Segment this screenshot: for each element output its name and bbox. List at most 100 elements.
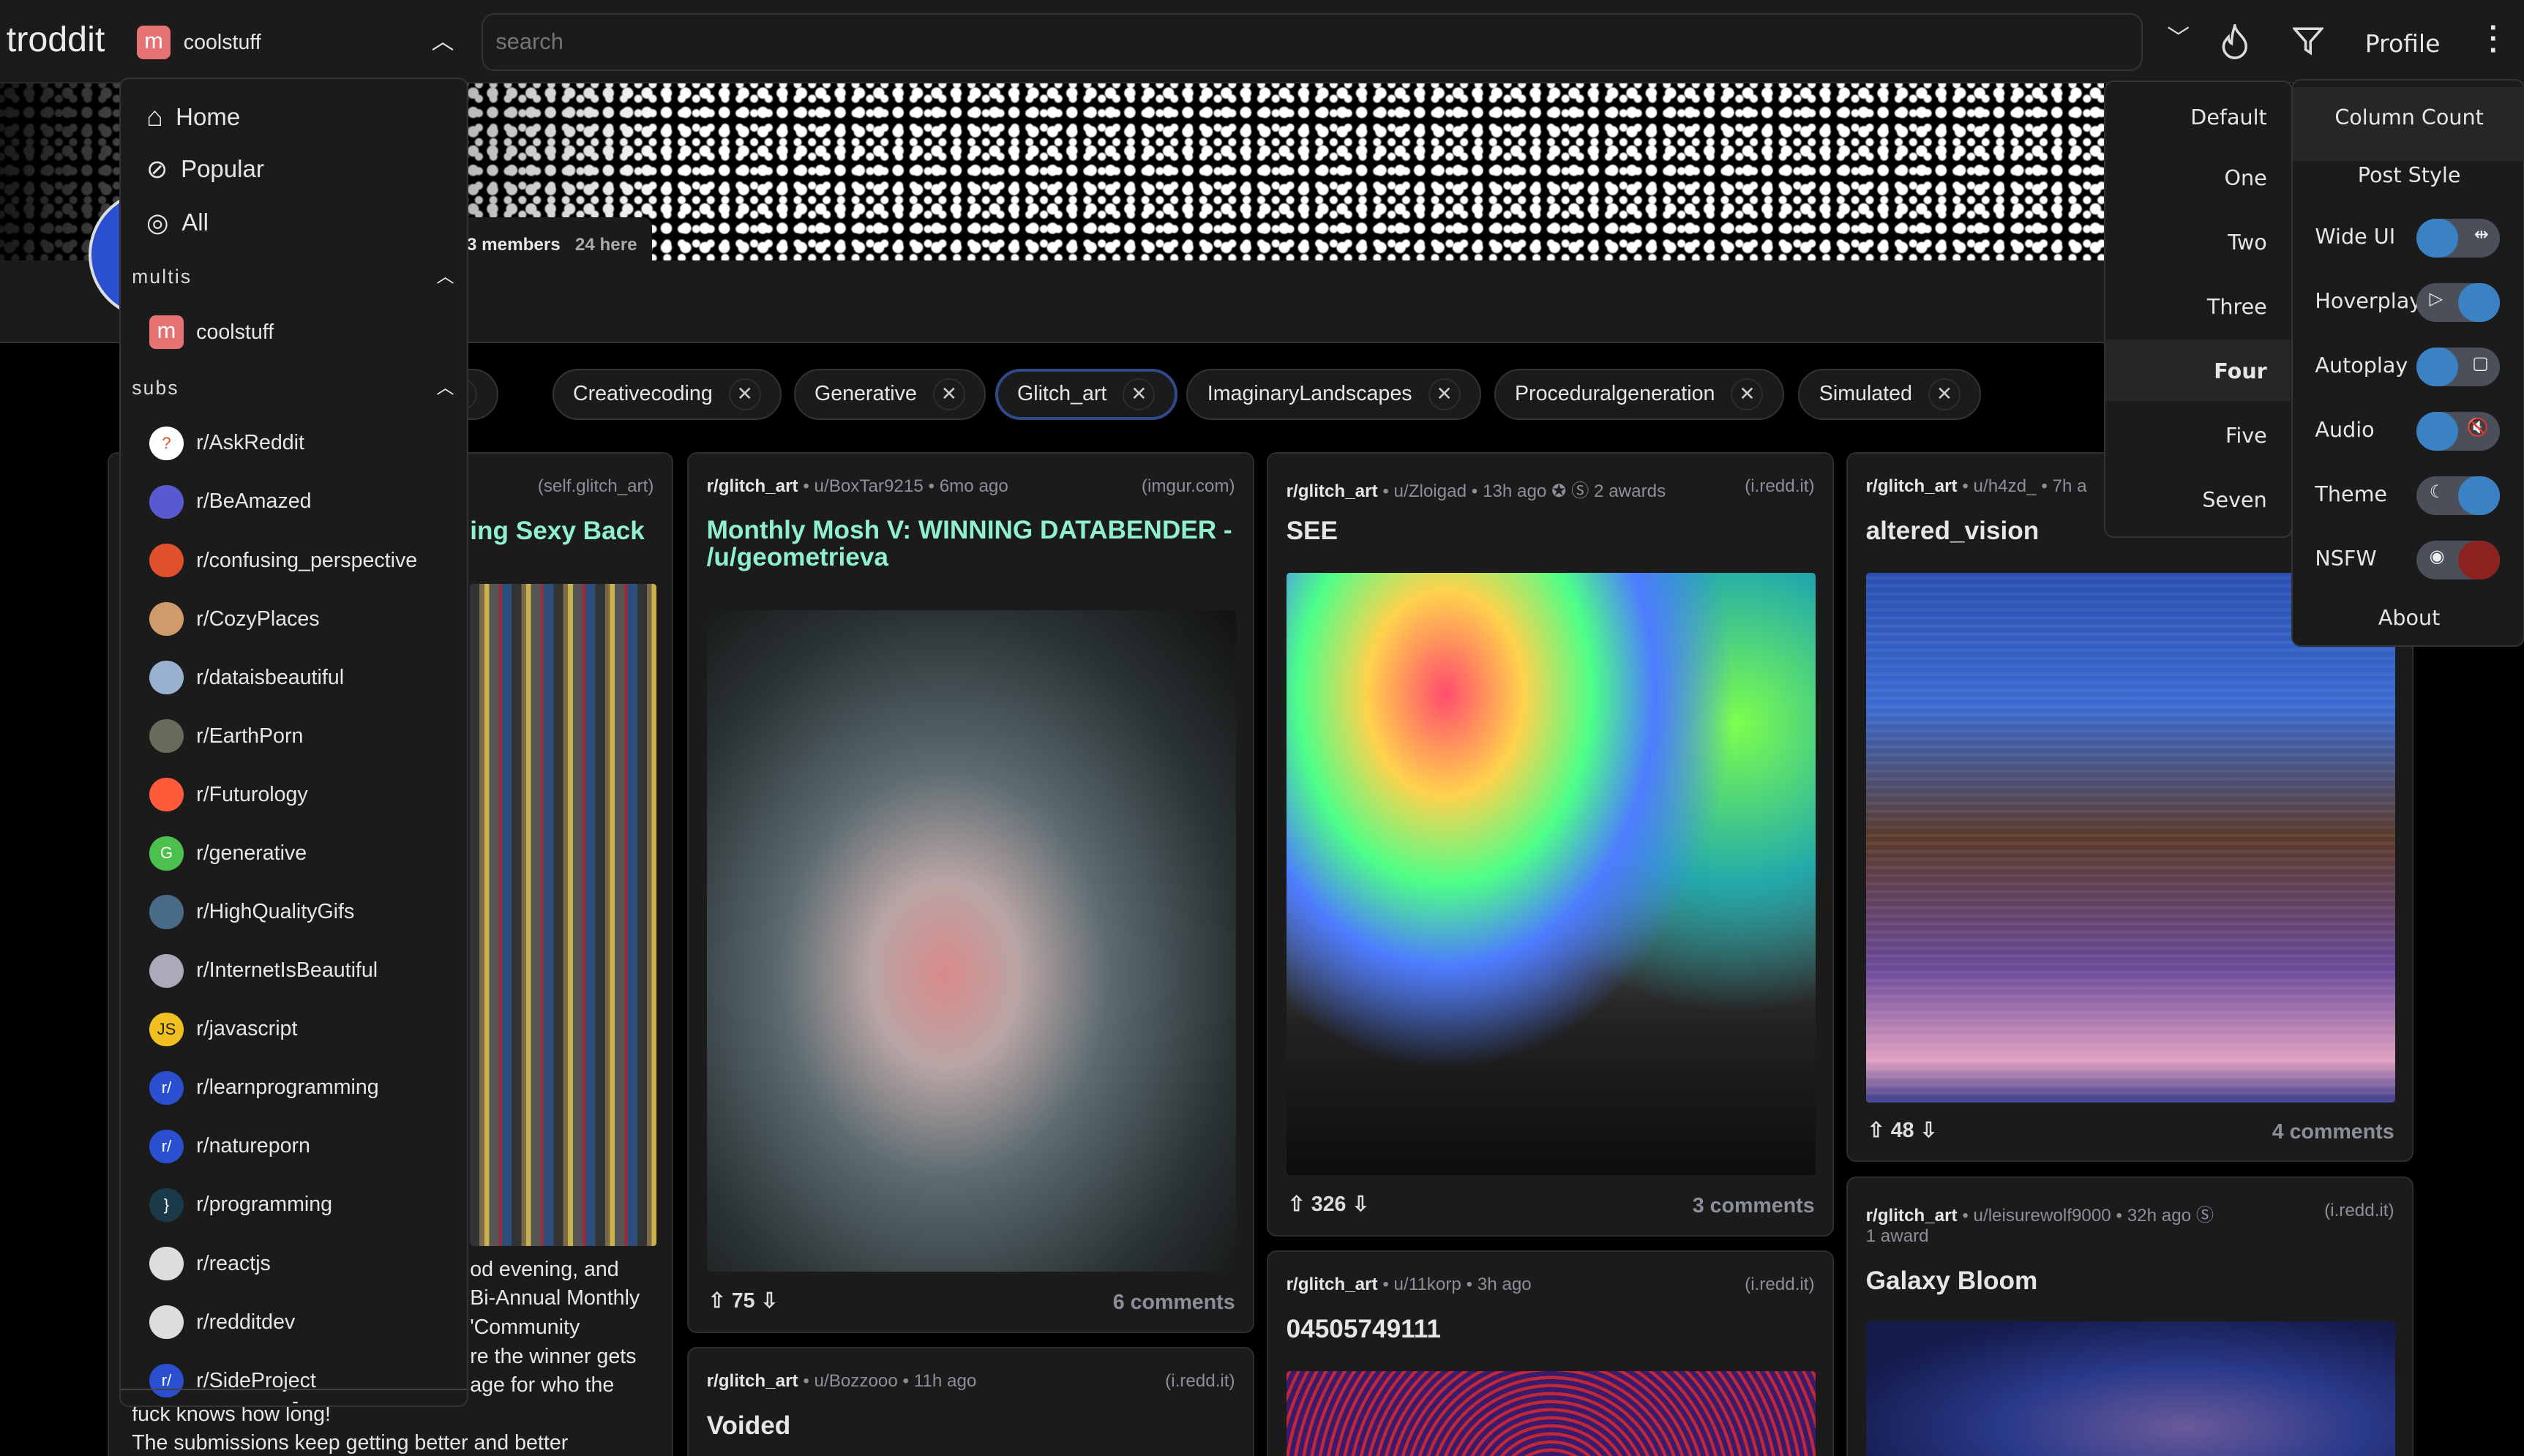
toggle-wide-ui[interactable]: ⇹ [2416, 218, 2501, 258]
downvote-icon[interactable]: ⇩ [1352, 1193, 1369, 1216]
upvote-icon[interactable]: ⇧ [1288, 1193, 1306, 1216]
post-style-item[interactable]: Post Style [2293, 162, 2524, 187]
post-image[interactable] [470, 584, 657, 1246]
toggle-hoverplay[interactable]: ▷ [2416, 282, 2501, 322]
sub-item[interactable]: r/confusing_perspective [149, 543, 417, 578]
close-icon[interactable]: ✕ [932, 378, 965, 410]
upvote-icon[interactable]: ⇧ [1868, 1119, 1885, 1142]
post-title[interactable]: altered_vision [1866, 517, 2040, 546]
column-option-four[interactable]: Four [2214, 359, 2266, 383]
post-card[interactable]: r/glitch_art • u/leisurewolf9000 • 32h a… [1846, 1177, 2413, 1456]
multi-selector[interactable]: m coolstuff [137, 26, 261, 60]
chip-label: Creativecoding [572, 382, 713, 406]
column-option-default[interactable]: Default [2190, 105, 2266, 130]
multi-label: coolstuff [183, 30, 261, 54]
downvote-icon[interactable]: ⇩ [760, 1289, 778, 1313]
profile-button[interactable]: Profile [2365, 29, 2441, 58]
post-card[interactable]: r/glitch_art • u/BoxTar9215 • 6mo ago (i… [687, 452, 1254, 1333]
post-title[interactable]: Voided [707, 1411, 791, 1441]
chevron-up-icon[interactable]: ︿ [432, 23, 454, 56]
search-input[interactable] [481, 12, 2143, 71]
nav-item-popular[interactable]: ⊘ Popular [146, 154, 264, 184]
chip-simulated[interactable]: Simulated ✕ [1798, 368, 1982, 421]
post-title[interactable]: Monthly Mosh V: WINNING DATABENDER - /u/… [707, 517, 1246, 571]
chip-creativecoding[interactable]: Creativecoding ✕ [552, 368, 782, 421]
comments-link[interactable]: 4 comments [2272, 1120, 2394, 1144]
upvote-icon[interactable]: ⇧ [708, 1289, 726, 1313]
comments-link[interactable]: 6 comments [1113, 1291, 1235, 1315]
sub-item[interactable]: r/BeAmazed [149, 484, 312, 519]
chip-label: Glitch_art [1016, 382, 1107, 406]
post-image[interactable] [1865, 1321, 2396, 1456]
post-image[interactable] [1865, 572, 2396, 1103]
sub-item[interactable]: ? r/AskReddit [149, 426, 304, 460]
column-option-two[interactable]: Two [2228, 230, 2267, 255]
sub-item[interactable]: JS r/javascript [149, 1012, 297, 1046]
close-icon[interactable]: ✕ [1928, 378, 1961, 410]
column-option-seven[interactable]: Seven [2202, 487, 2266, 512]
sub-item[interactable]: r/CozyPlaces [149, 602, 320, 637]
toggle-theme[interactable]: ☾ [2416, 476, 2501, 515]
post-image[interactable] [1286, 1371, 1816, 1456]
post-image[interactable] [1286, 572, 1816, 1175]
subreddit-icon [149, 1305, 184, 1340]
nav-item-home[interactable]: ⌂ Home [146, 101, 240, 132]
post-card[interactable]: r/glitch_art • u/Zloigad • 13h ago ✪ Ⓢ 2… [1267, 452, 1834, 1237]
post-card[interactable]: r/glitch_art • u/Bozzooo • 11h ago (i.re… [687, 1347, 1254, 1456]
post-title[interactable]: 04505749111 [1287, 1315, 1441, 1344]
filter-icon[interactable] [2292, 27, 2323, 56]
flame-icon[interactable] [2220, 24, 2250, 59]
toggle-nsfw[interactable]: ◉ [2416, 540, 2501, 579]
chip-imaginarylandscapes[interactable]: ImaginaryLandscapes ✕ [1186, 368, 1481, 421]
column-option-one[interactable]: One [2225, 165, 2267, 190]
sub-item[interactable]: r/InternetIsBeautiful [149, 953, 378, 988]
toggle-glyph-icon: ⇹ [2474, 224, 2489, 244]
post-title[interactable]: Galaxy Bloom [1866, 1267, 2038, 1296]
sub-item[interactable]: r/reactjs [149, 1246, 271, 1281]
logo[interactable]: troddit [7, 19, 105, 60]
sub-item[interactable]: r/redditdev [149, 1305, 295, 1340]
close-icon[interactable]: ✕ [1428, 378, 1461, 410]
toggle-glyph-icon: ▷ [2429, 288, 2444, 309]
post-card[interactable]: r/glitch_art • u/11korp • 3h ago (i.redd… [1267, 1250, 1834, 1456]
column-option-five[interactable]: Five [2225, 423, 2267, 448]
close-icon[interactable]: ✕ [1123, 378, 1156, 410]
sub-item[interactable]: r/HighQualityGifs [149, 895, 354, 929]
multis-header[interactable]: multis [132, 266, 192, 288]
subs-header[interactable]: subs [132, 377, 179, 399]
post-image[interactable] [706, 609, 1237, 1272]
sub-item[interactable]: r/r/natureporn [149, 1129, 310, 1163]
subreddit-icon [149, 1246, 184, 1281]
resize-handle[interactable]: - [120, 1389, 468, 1406]
post-title[interactable]: ing Sexy Back [470, 517, 645, 546]
about-item[interactable]: About [2293, 605, 2524, 630]
column-count-label[interactable]: Column Count [2293, 105, 2524, 130]
downvote-icon[interactable]: ⇩ [1920, 1119, 1937, 1142]
chip-label: Proceduralgeneration [1514, 382, 1715, 406]
chevron-up-icon[interactable]: ︿ [436, 373, 454, 399]
toggle-audio[interactable]: 🔇 [2416, 411, 2501, 451]
award-count: 1 award [1865, 1226, 1929, 1247]
kebab-icon[interactable]: · · · [2489, 13, 2498, 64]
sub-item[interactable]: r/dataisbeautiful [149, 661, 344, 695]
chip-glitch_art[interactable]: Glitch_art ✕ [995, 368, 1177, 421]
column-option-three[interactable]: Three [2207, 294, 2267, 319]
nav-item-all[interactable]: ◎ All [146, 208, 209, 238]
sub-item[interactable]: Gr/generative [149, 836, 307, 871]
comments-link[interactable]: 3 comments [1693, 1194, 1815, 1218]
sub-item[interactable]: r/Futurology [149, 778, 308, 812]
chip-proceduralgeneration[interactable]: Proceduralgeneration ✕ [1494, 368, 1784, 421]
settings-menu: Column Count Post Style Wide UI ⇹ Hoverpla… [2291, 78, 2524, 648]
post-title[interactable]: SEE [1287, 517, 1338, 546]
close-icon[interactable]: ✕ [728, 378, 761, 410]
close-icon[interactable]: ✕ [1731, 378, 1764, 410]
sub-item[interactable]: r/r/learnprogramming [149, 1070, 379, 1105]
sub-item[interactable]: } r/programming [149, 1187, 332, 1223]
subreddit-icon [149, 719, 184, 754]
chip-generative[interactable]: Generative ✕ [793, 368, 986, 421]
chevron-up-icon[interactable]: ︿ [436, 262, 454, 288]
toggle-autoplay[interactable]: ▢ [2416, 347, 2501, 386]
sub-item[interactable]: r/EarthPorn [149, 719, 303, 754]
chevron-down-icon[interactable]: ﹀ [2167, 19, 2190, 52]
multi-item[interactable]: m coolstuff [149, 315, 274, 350]
